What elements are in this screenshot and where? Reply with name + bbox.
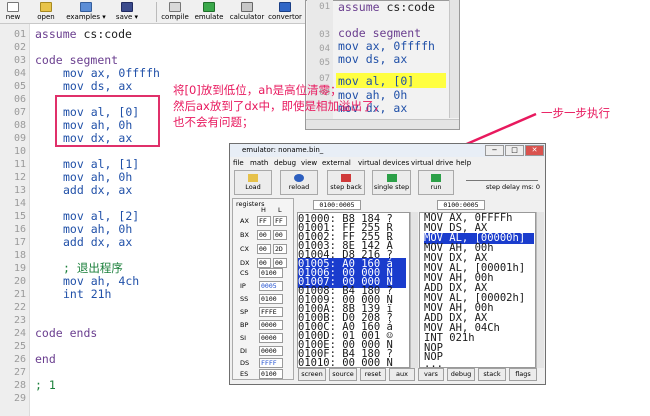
minimize-button[interactable]: − (485, 145, 504, 156)
emulator-menubar: file math debug view external virtual de… (230, 157, 545, 169)
register-name: DI (240, 347, 247, 355)
menu-virtual-drive[interactable]: virtual drive (411, 157, 453, 169)
vars-button[interactable]: vars (418, 368, 444, 381)
register-value[interactable]: FFFF (259, 358, 283, 368)
close-button[interactable]: ✕ (525, 145, 544, 156)
register-value[interactable]: 0100 (259, 294, 283, 304)
step-back-button-label: step back (330, 183, 362, 191)
memory-scrollbar[interactable] (410, 212, 418, 368)
register-name: SS (240, 295, 249, 303)
register-value[interactable]: 0100 (259, 268, 283, 278)
register-low-value[interactable]: 2D (273, 244, 287, 254)
register-high-value[interactable]: 00 (257, 230, 271, 240)
register-low-value[interactable]: 00 (273, 230, 287, 240)
register-value[interactable]: 0100 (259, 369, 283, 379)
register-name: AX (240, 217, 249, 225)
menu-external[interactable]: external (322, 157, 351, 169)
memory-address-input[interactable]: 0100:0005 (313, 200, 361, 210)
load-button-label: Load (245, 183, 261, 191)
menu-debug[interactable]: debug (274, 157, 296, 169)
menu-help[interactable]: help (456, 157, 471, 169)
register-value[interactable]: 0000 (259, 320, 283, 330)
maximize-button[interactable]: □ (505, 145, 524, 156)
register-high-value[interactable]: FF (257, 216, 271, 226)
aux-button[interactable]: aux (389, 368, 415, 381)
menu-virtual-devices[interactable]: virtual devices (358, 157, 409, 169)
step-delay-label: step delay ms: 0 (485, 183, 540, 191)
register-name: CX (240, 245, 249, 253)
step-delay-control[interactable]: step delay ms: 0 (462, 171, 542, 193)
step-back-icon (341, 174, 351, 182)
reset-button[interactable]: reset (360, 368, 386, 381)
disassembly-scrollbar[interactable] (536, 212, 544, 368)
reload-icon (294, 174, 304, 182)
single-step-icon (386, 174, 397, 182)
run-icon (431, 174, 441, 182)
step-delay-slider[interactable] (466, 173, 538, 181)
flags-button[interactable]: flags (509, 368, 537, 381)
step-back-button[interactable]: step back (327, 170, 365, 195)
screen-button[interactable]: screen (298, 368, 326, 381)
register-high-value[interactable]: 00 (257, 244, 271, 254)
register-name: BX (240, 231, 249, 239)
register-name: DX (240, 259, 250, 267)
menu-math[interactable]: math (250, 157, 268, 169)
menu-file[interactable]: file (233, 157, 244, 169)
run-button-label: run (430, 183, 442, 191)
menu-view[interactable]: view (301, 157, 317, 169)
high-byte-label: H (261, 206, 266, 214)
register-name: BP (240, 321, 249, 329)
register-name: SP (240, 308, 249, 316)
register-name: SI (240, 334, 247, 342)
low-byte-label: L (278, 206, 282, 214)
load-icon (248, 174, 258, 182)
run-button[interactable]: run (418, 170, 454, 195)
register-low-value[interactable]: FF (273, 216, 287, 226)
register-value[interactable]: 0005 (259, 281, 283, 291)
register-low-value[interactable]: 00 (273, 258, 287, 268)
emulator-bottom-bar: screen source reset aux vars debug stack… (298, 368, 538, 382)
disassembly-address-input[interactable]: 0100:0005 (437, 200, 485, 210)
register-name: IP (240, 282, 246, 290)
register-value[interactable]: 0000 (259, 346, 283, 356)
load-button[interactable]: Load (234, 170, 272, 195)
source-button[interactable]: source (329, 368, 357, 381)
register-high-value[interactable]: 00 (257, 258, 271, 268)
register-name: DS (240, 359, 250, 367)
single-step-button-label: single step (373, 183, 410, 191)
register-name: ES (240, 370, 249, 378)
register-value[interactable]: FFFE (259, 307, 283, 317)
reload-button[interactable]: reload (280, 170, 318, 195)
register-name: CS (240, 269, 249, 277)
stack-button[interactable]: stack (478, 368, 506, 381)
register-value[interactable]: 0000 (259, 333, 283, 343)
debug-button[interactable]: debug (447, 368, 475, 381)
reload-button-label: reload (288, 183, 310, 191)
single-step-button[interactable]: single step (372, 170, 411, 195)
